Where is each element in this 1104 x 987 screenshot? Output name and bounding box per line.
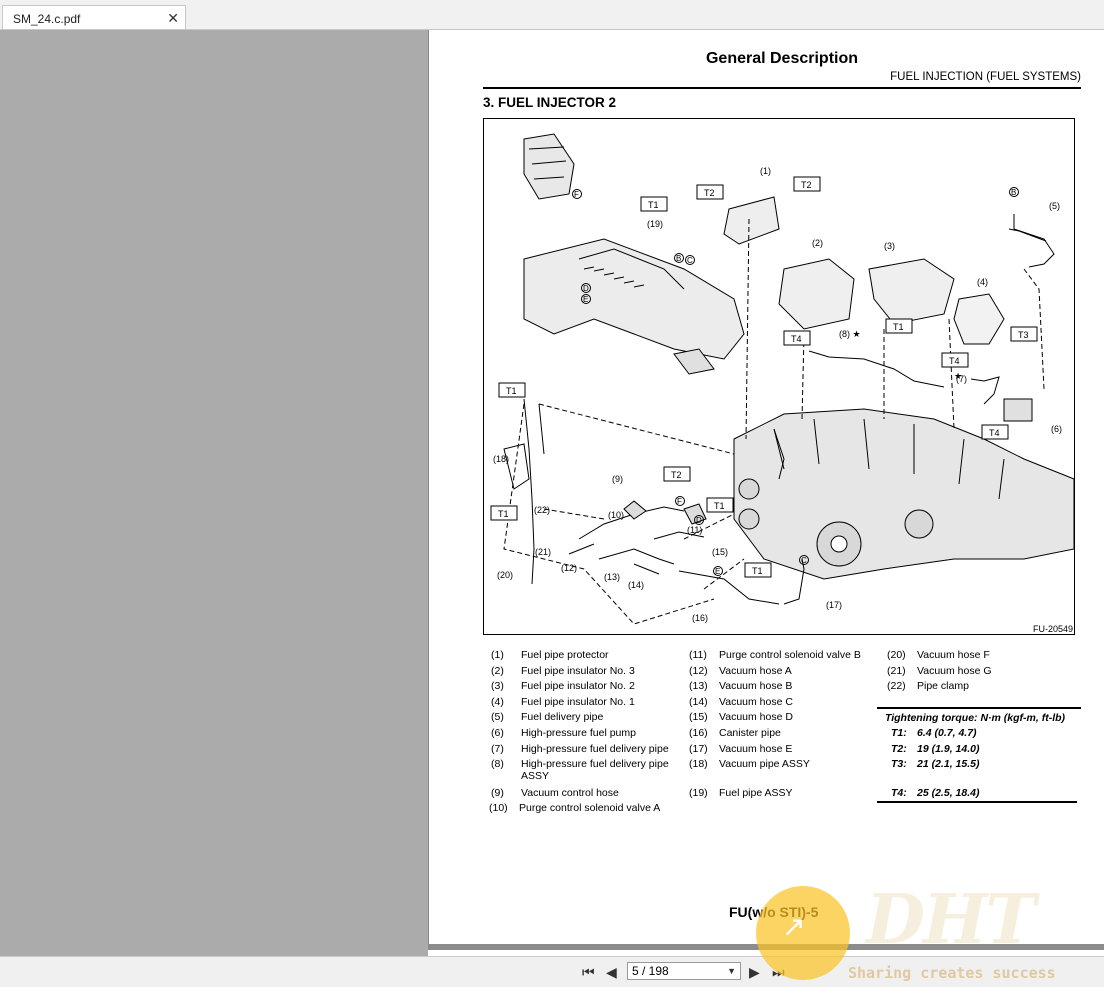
svg-text:D: D	[696, 516, 702, 525]
svg-text:(4): (4)	[977, 277, 988, 287]
svg-text:(21): (21)	[535, 547, 551, 557]
svg-text:(18): (18)	[493, 454, 509, 464]
svg-text:B: B	[676, 254, 681, 263]
watermark-tagline: Sharing creates success	[848, 964, 1056, 982]
svg-text:T1: T1	[714, 501, 725, 511]
exploded-diagram: (1) (2) (3) (4) (5) (6) (7) (8) ★ ★ (9) …	[483, 118, 1075, 635]
svg-text:(22): (22)	[534, 505, 550, 515]
watermark-glyph-icon: ↗	[782, 911, 806, 942]
svg-text:(17): (17)	[826, 600, 842, 610]
svg-text:F: F	[574, 190, 579, 199]
tab-bar: SM_24.c.pdf ✕	[0, 0, 1104, 30]
svg-text:C: C	[801, 556, 807, 565]
svg-text:T1: T1	[506, 386, 517, 396]
svg-text:C: C	[687, 256, 693, 265]
page-indicator: 5 / 198	[632, 964, 669, 978]
svg-text:E: E	[715, 567, 720, 576]
svg-text:E: E	[583, 295, 588, 304]
svg-text:(9): (9)	[612, 474, 623, 484]
watermark-logo: DHT	[866, 880, 1036, 960]
svg-text:★: ★	[954, 371, 962, 381]
page-subtitle: FUEL INJECTION (FUEL SYSTEMS)	[890, 71, 1081, 83]
header-rule	[483, 87, 1081, 89]
svg-text:D: D	[583, 284, 589, 293]
next-page-icon[interactable]: ▶	[749, 964, 760, 981]
torque-title: Tightening torque: N·m (kgf-m, ft-lb)	[885, 712, 1066, 724]
torque-rule-bottom	[877, 801, 1077, 803]
prev-page-icon[interactable]: ◀	[606, 964, 617, 981]
svg-text:(16): (16)	[692, 613, 708, 623]
svg-text:FU-20549: FU-20549	[1033, 624, 1073, 634]
pdf-toolbar: ⏮ ◀ 5 / 198 ▼ ▶ ⏭ Sharing creates succes…	[0, 956, 1104, 987]
svg-text:F: F	[677, 497, 682, 506]
left-gray-pane	[0, 30, 428, 956]
tab-title: SM_24.c.pdf	[13, 12, 81, 26]
svg-text:T1: T1	[893, 322, 904, 332]
svg-text:(19): (19)	[647, 219, 663, 229]
svg-text:(5): (5)	[1049, 201, 1060, 211]
first-page-icon[interactable]: ⏮	[582, 964, 595, 981]
svg-text:(8) ★: (8) ★	[839, 329, 861, 339]
svg-text:T2: T2	[801, 180, 812, 190]
page-number-select[interactable]: 5 / 198 ▼	[627, 962, 741, 980]
section-title: 3. FUEL INJECTOR 2	[483, 95, 617, 110]
svg-text:(14): (14)	[628, 580, 644, 590]
svg-text:T1: T1	[648, 200, 659, 210]
pdf-page: General Description FUEL INJECTION (FUEL…	[428, 30, 1104, 944]
page-title: General Description	[705, 50, 859, 67]
chevron-down-icon: ▼	[727, 966, 736, 976]
watermark-circle: ↗	[756, 886, 850, 980]
svg-text:(20): (20)	[497, 570, 513, 580]
svg-text:(15): (15)	[712, 547, 728, 557]
document-tab[interactable]: SM_24.c.pdf ✕	[2, 5, 186, 29]
svg-text:T4: T4	[949, 356, 960, 366]
close-icon[interactable]: ✕	[167, 10, 179, 27]
svg-text:(13): (13)	[604, 572, 620, 582]
svg-text:(11): (11)	[687, 525, 702, 535]
torque-rule-top	[877, 707, 1081, 709]
svg-text:T4: T4	[791, 334, 802, 344]
svg-text:T3: T3	[1018, 330, 1029, 340]
svg-text:T4: T4	[989, 428, 1000, 438]
svg-text:T2: T2	[671, 470, 682, 480]
svg-text:(1): (1)	[760, 166, 771, 176]
svg-text:B: B	[1011, 188, 1016, 197]
svg-text:T2: T2	[704, 188, 715, 198]
diagram-drawing: (1) (2) (3) (4) (5) (6) (7) (8) ★ ★ (9) …	[490, 133, 1075, 634]
svg-text:(6): (6)	[1051, 424, 1062, 434]
svg-text:(3): (3)	[884, 241, 895, 251]
svg-text:(10): (10)	[608, 510, 624, 520]
svg-text:(12): (12)	[561, 563, 577, 573]
svg-text:T1: T1	[752, 566, 763, 576]
svg-text:T1: T1	[498, 509, 509, 519]
svg-text:(2): (2)	[812, 238, 823, 248]
